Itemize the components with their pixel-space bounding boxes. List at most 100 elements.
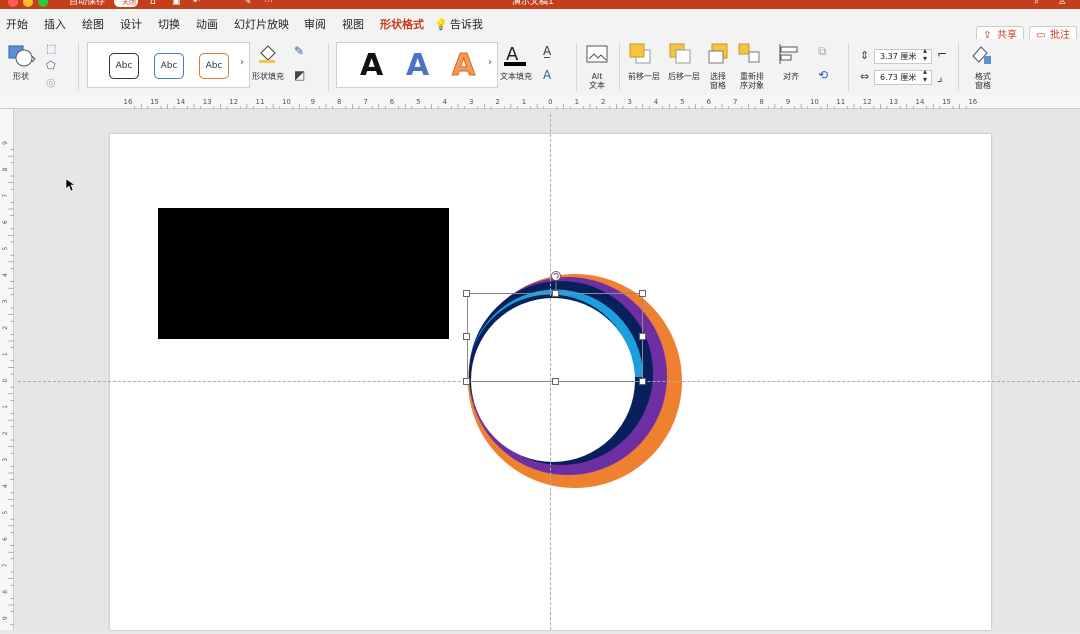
ruler-h-label: 13 — [889, 98, 898, 106]
ruler-h-label: 7 — [733, 98, 737, 106]
ruler-h-label: 7 — [363, 98, 367, 106]
format-pane-label: 格式 窗格 — [975, 72, 991, 90]
ruler-h-label: 15 — [150, 98, 159, 106]
style-sample-3[interactable]: Abc — [199, 53, 229, 79]
paint-bucket-icon[interactable] — [257, 43, 279, 63]
ruler-h-label: 4 — [654, 98, 659, 106]
tab-review[interactable]: 审阅 — [304, 18, 326, 32]
shapes-label: 形状 — [13, 72, 29, 81]
autosave-label: 自动保存 — [69, 0, 106, 7]
ruler-v-label: 7 — [2, 194, 9, 198]
close-window-button[interactable] — [8, 0, 18, 7]
align-label: 对齐 — [783, 72, 799, 81]
text-fill-icon[interactable]: A — [503, 42, 527, 66]
tab-slideshow[interactable]: 幻灯片放映 — [234, 18, 289, 32]
zoom-window-button[interactable] — [38, 0, 48, 7]
resize-handle-right[interactable] — [639, 333, 646, 340]
group-icon[interactable]: ⧉ — [818, 44, 827, 59]
tab-design[interactable]: 设计 — [120, 18, 142, 32]
style-sample-2[interactable]: Abc — [154, 53, 184, 79]
shape-styles-gallery[interactable]: Abc Abc Abc — [87, 42, 250, 88]
tab-home[interactable]: 开始 — [6, 18, 28, 32]
ruler-h-label: 14 — [916, 98, 925, 106]
rotate-icon[interactable]: ⟲ — [818, 68, 828, 82]
search-icon[interactable]: ⌕ — [1034, 0, 1039, 8]
merge-shapes-icon[interactable]: ◎ — [46, 76, 56, 89]
ruler-h-label: 11 — [836, 98, 845, 106]
tab-draw[interactable]: 绘图 — [82, 18, 104, 32]
crop-icon[interactable]: ⌐ — [937, 47, 947, 61]
ruler-v-label: 1 — [2, 352, 9, 356]
style-sample-1[interactable]: Abc — [109, 53, 139, 79]
ruler-v-label: 6 — [2, 537, 9, 541]
tell-me-field[interactable]: 告诉我 — [450, 18, 483, 32]
text-box-icon[interactable]: ⬚ — [46, 42, 56, 55]
tab-shape-format[interactable]: 形状格式 — [380, 18, 424, 32]
tab-animations[interactable]: 动画 — [196, 18, 218, 32]
more-icon[interactable]: ⋯ — [264, 0, 273, 8]
tab-view[interactable]: 视图 — [342, 18, 364, 32]
ruler-h-label: 6 — [707, 98, 712, 106]
ruler-v-label: 8 — [2, 590, 9, 594]
edit-shape-icon[interactable]: ⬠ — [46, 59, 56, 72]
alt-text-icon[interactable] — [586, 44, 608, 66]
bring-forward-icon[interactable] — [629, 43, 653, 65]
resize-handle-bottom-left[interactable] — [463, 378, 470, 385]
ruler-h-label: 1 — [575, 98, 579, 106]
resize-handle-bottom[interactable] — [552, 378, 559, 385]
ruler-v-label: 2 — [2, 326, 9, 330]
send-backward-icon[interactable] — [669, 43, 693, 65]
ruler-h-label: 13 — [203, 98, 212, 106]
shape-outline-icon[interactable]: ✎ — [294, 44, 304, 58]
black-rectangle-shape[interactable] — [158, 208, 449, 339]
resize-handle-top-left[interactable] — [463, 290, 470, 297]
send-backward-label: 后移一层 — [668, 72, 700, 81]
ruler-v-label: 6 — [2, 220, 9, 224]
minimize-window-button[interactable] — [23, 0, 33, 7]
width-stepper-icon[interactable]: ▴ ▾ — [923, 68, 927, 84]
resize-handle-bottom-right[interactable] — [639, 378, 646, 385]
tab-insert[interactable]: 插入 — [44, 18, 66, 32]
resize-handle-top-right[interactable] — [639, 290, 646, 297]
ruler-h-label: 11 — [256, 98, 265, 106]
ruler-h-label: 16 — [968, 98, 977, 106]
resize-handle-left[interactable] — [463, 333, 470, 340]
wordart-blue-icon[interactable]: A — [406, 51, 429, 81]
wordart-gallery[interactable]: A A A — [336, 42, 498, 88]
size-dialog-icon[interactable]: ⌟ — [937, 70, 943, 84]
text-effects-icon[interactable]: A — [543, 68, 551, 82]
save-icon[interactable]: ▣ — [172, 0, 181, 8]
chevron-right-icon[interactable]: › — [488, 57, 492, 68]
ruler-h-label: 12 — [229, 98, 238, 106]
ruler-v-label: 0 — [2, 379, 9, 383]
chevron-right-icon[interactable]: › — [240, 57, 244, 68]
wordart-black-icon[interactable]: A — [360, 51, 383, 81]
undo-icon[interactable]: ↶ — [193, 0, 201, 8]
edit-icon[interactable]: ✎ — [244, 0, 252, 8]
ruler-h-label: 12 — [863, 98, 872, 106]
ruler-h-label: 2 — [495, 98, 499, 106]
ruler-v-label: 4 — [2, 484, 9, 488]
account-icon[interactable]: ♙ — [1058, 0, 1066, 8]
format-pane-icon[interactable] — [970, 44, 994, 66]
reorder-objects-label: 重新排 序对象 — [740, 72, 764, 90]
reorder-objects-icon[interactable] — [738, 43, 762, 65]
alt-text-label: Alt 文本 — [589, 72, 605, 90]
tab-transitions[interactable]: 切换 — [158, 18, 180, 32]
wordart-orange-icon[interactable]: A — [451, 50, 475, 81]
shapes-icon[interactable] — [8, 44, 36, 68]
ruler-v-label: 5 — [2, 247, 9, 251]
shape-effects-icon[interactable]: ◩ — [294, 68, 305, 82]
selection-box[interactable] — [467, 293, 643, 382]
ruler-h-label: 0 — [548, 98, 552, 106]
ruler-v-label: 3 — [2, 299, 9, 303]
ruler-v-label: 9 — [2, 141, 9, 145]
selection-pane-icon[interactable] — [708, 43, 732, 65]
height-stepper-icon[interactable]: ▴ ▾ — [923, 47, 927, 63]
text-outline-icon[interactable]: A̲ — [543, 44, 551, 58]
align-icon[interactable] — [778, 43, 802, 65]
width-icon: ⇔ — [860, 70, 870, 83]
home-icon[interactable]: ⌂ — [150, 0, 156, 8]
horizontal-ruler: 16 15 14 13 12 11 10 9 8 7 6 5 4 3 2 1 0 1 2 3 4 5 6 7 8 9 10 11 12 1… — [0, 95, 1080, 110]
resize-handle-top[interactable] — [552, 290, 559, 297]
